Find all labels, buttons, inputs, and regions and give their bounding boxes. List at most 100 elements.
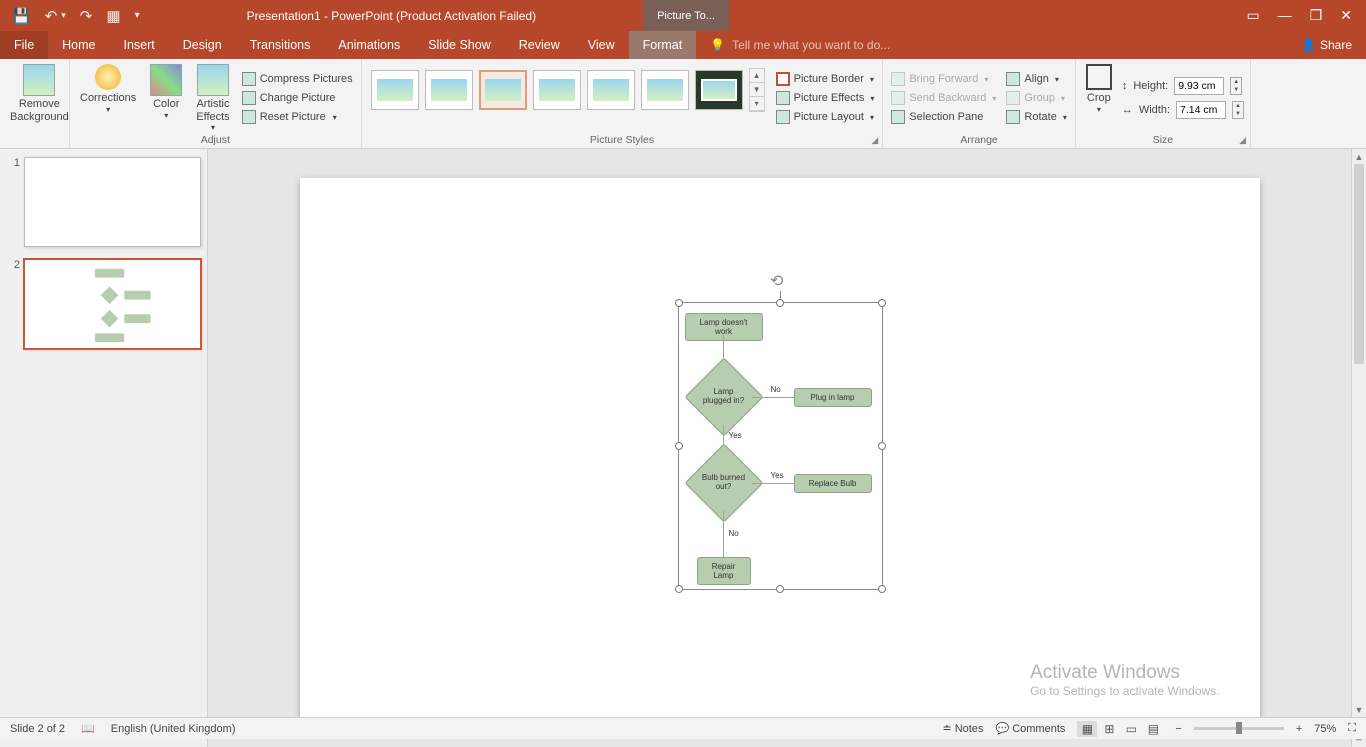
tab-home[interactable]: Home [48,31,109,59]
vertical-scrollbar[interactable]: ▲ ▼ ≜ ≛ [1351,149,1366,747]
flow-start: Lamp doesn't work [685,313,763,341]
thumb-2-number: 2 [6,259,24,349]
align-button[interactable]: Align▾ [1004,71,1068,87]
flow-label-no-2: No [729,529,739,538]
tab-format[interactable]: Format [629,31,697,59]
notes-button[interactable]: ≐ Notes [942,722,983,735]
height-label: Height: [1133,80,1168,92]
tab-design[interactable]: Design [169,31,236,59]
picture-layout-button[interactable]: Picture Layout▾ [774,109,877,125]
scroll-thumb[interactable] [1354,164,1364,364]
spellcheck-icon[interactable]: 📖 [81,722,95,735]
gallery-down-icon[interactable]: ▼ [750,83,764,97]
rotate-button[interactable]: Rotate▾ [1004,109,1068,125]
share-button[interactable]: 👤 Share [1301,38,1366,52]
tab-slideshow[interactable]: Slide Show [414,31,505,59]
scroll-up-icon[interactable]: ▲ [1352,149,1366,164]
gallery-up-icon[interactable]: ▲ [750,69,764,83]
corrections-label: Corrections [80,92,136,105]
corrections-button[interactable]: Corrections▾ [76,62,140,116]
slide-canvas-area[interactable]: ⟲ Lamp doesn't work Lamp plugged in? No … [208,149,1351,747]
size-launcher-icon[interactable]: ◢ [1239,135,1246,146]
undo-more-icon[interactable]: ▾ [61,10,66,21]
remove-background-button[interactable]: Remove Background [6,62,73,125]
height-input[interactable] [1174,77,1224,95]
compress-pictures-button[interactable]: Compress Pictures [240,71,355,87]
height-icon: ↕ [1122,80,1128,92]
save-icon[interactable]: 💾 [12,7,31,25]
picture-border-button[interactable]: Picture Border▾ [774,71,877,87]
sorter-view-icon[interactable]: ⊞ [1099,721,1119,737]
tab-insert[interactable]: Insert [110,31,169,59]
selected-picture[interactable]: ⟲ Lamp doesn't work Lamp plugged in? No … [678,302,883,590]
redo-icon[interactable]: ↷ [80,7,93,25]
gallery-more-icon[interactable]: ▾ [750,97,764,111]
zoom-percent[interactable]: 75% [1314,723,1336,735]
thumb-1-number: 1 [6,157,24,247]
height-down-icon[interactable]: ▼ [1231,86,1241,94]
tell-me-placeholder: Tell me what you want to do... [732,38,890,52]
width-up-icon[interactable]: ▲ [1233,102,1243,110]
picture-effects-button[interactable]: Picture Effects▾ [774,90,877,106]
fit-to-window-icon[interactable]: ⛶ [1348,722,1356,735]
minimize-icon[interactable]: — [1278,7,1292,24]
thumbnail-2-active[interactable] [24,259,201,349]
width-icon: ↔ [1122,104,1133,116]
color-button[interactable]: Color▾ [146,62,186,122]
send-backward-button[interactable]: Send Backward▾ [889,90,998,106]
change-label: Change Picture [260,92,336,104]
adjust-group-label: Adjust [76,134,355,148]
language-indicator[interactable]: English (United Kingdom) [111,723,236,735]
style-3-selected[interactable] [479,70,527,110]
zoom-in-icon[interactable]: + [1296,723,1302,735]
rotate-handle-icon[interactable]: ⟲ [770,271,790,291]
bring-forward-button[interactable]: Bring Forward▾ [889,71,998,87]
style-4[interactable] [533,70,581,110]
height-up-icon[interactable]: ▲ [1231,78,1241,86]
style-1[interactable] [371,70,419,110]
layout-label: Picture Layout [794,111,864,123]
picture-styles-gallery[interactable]: ▲▼▾ [368,62,768,118]
qat-customize-icon[interactable]: ▾ [135,10,140,21]
ribbon-tabs: File Home Insert Design Transitions Anim… [0,31,1366,59]
style-5[interactable] [587,70,635,110]
style-2[interactable] [425,70,473,110]
group-button[interactable]: Group▾ [1004,90,1068,106]
slide-indicator[interactable]: Slide 2 of 2 [10,723,65,735]
tab-review[interactable]: Review [505,31,574,59]
selection-pane-button[interactable]: Selection Pane [889,109,998,125]
start-from-beginning-icon[interactable]: ▦ [106,7,120,25]
scroll-down-icon[interactable]: ▼ [1352,702,1366,717]
ribbon-options-icon[interactable]: ▭ [1246,7,1259,24]
reset-picture-button[interactable]: Reset Picture▾ [240,109,355,125]
styles-group-label: Picture Styles [368,134,877,148]
change-picture-button[interactable]: Change Picture [240,90,355,106]
tab-animations[interactable]: Animations [324,31,414,59]
flow-decision-2: Bulb burned out? [696,455,752,511]
style-7[interactable] [695,70,743,110]
zoom-slider[interactable] [1194,727,1284,730]
contextual-tab-group: Picture To... [643,0,729,31]
tab-file[interactable]: File [0,31,48,59]
normal-view-icon[interactable]: ▦ [1077,721,1097,737]
close-icon[interactable]: ✕ [1340,7,1352,24]
undo-icon[interactable]: ↶ [45,7,58,25]
activate-title: Activate Windows [1030,662,1219,684]
tab-transitions[interactable]: Transitions [236,31,325,59]
artistic-effects-button[interactable]: Artistic Effects▾ [192,62,233,134]
reading-view-icon[interactable]: ▭ [1121,721,1141,737]
styles-launcher-icon[interactable]: ◢ [871,135,878,146]
style-6[interactable] [641,70,689,110]
comments-button[interactable]: 💬 Comments [995,722,1065,735]
width-input[interactable] [1176,101,1226,119]
zoom-out-icon[interactable]: − [1175,723,1181,735]
restore-icon[interactable]: ❐ [1310,7,1323,24]
thumbnail-1[interactable] [24,157,201,247]
crop-button[interactable]: Crop▾ [1082,62,1116,116]
slide[interactable]: ⟲ Lamp doesn't work Lamp plugged in? No … [300,178,1260,718]
tab-view[interactable]: View [574,31,629,59]
tell-me-search[interactable]: 💡 Tell me what you want to do... [710,38,1301,52]
slideshow-view-icon[interactable]: ▤ [1143,721,1163,737]
width-down-icon[interactable]: ▼ [1233,110,1243,118]
slide-thumbnail-panel[interactable]: 1 2 [0,149,208,747]
